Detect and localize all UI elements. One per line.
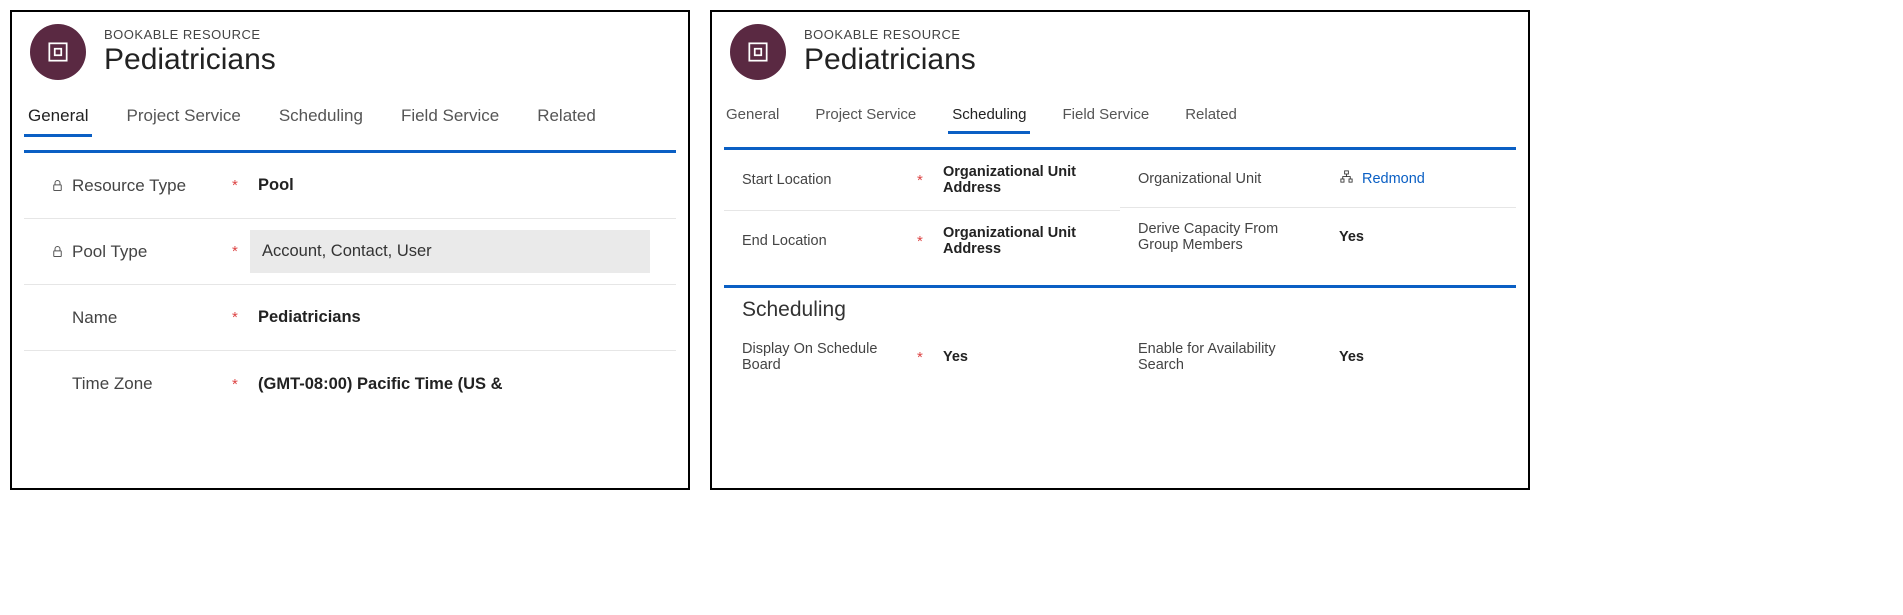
record-title: Pediatricians — [804, 42, 976, 78]
entity-label: BOOKABLE RESOURCE — [104, 27, 276, 42]
section-title: Scheduling — [742, 298, 1498, 322]
required-marker: * — [232, 243, 250, 260]
field-organizational-unit[interactable]: Organizational Unit Redmond — [1120, 150, 1516, 208]
field-label: Derive Capacity From Group Members — [1138, 221, 1313, 253]
tab-general[interactable]: General — [24, 100, 92, 136]
field-value: Pool — [250, 170, 650, 201]
lookup-text: Redmond — [1362, 171, 1425, 187]
field-value[interactable]: Yes — [935, 343, 1102, 371]
field-enable-availability-search[interactable]: Enable for Availability Search Yes — [1120, 328, 1516, 386]
record-panel-scheduling: BOOKABLE RESOURCE Pediatricians General … — [710, 10, 1530, 490]
tab-field-service[interactable]: Field Service — [1058, 100, 1153, 133]
field-label: Start Location — [742, 172, 917, 188]
field-name[interactable]: Name * Pediatricians — [24, 285, 676, 351]
field-label: Display On Schedule Board — [742, 341, 917, 373]
tab-project-service[interactable]: Project Service — [122, 100, 244, 136]
lock-icon — [50, 244, 72, 259]
field-value[interactable]: Yes — [1331, 223, 1498, 251]
form-section-scheduling: Scheduling Display On Schedule Board * Y… — [724, 285, 1516, 386]
field-pool-type[interactable]: Pool Type * Account, Contact, User — [24, 219, 676, 285]
field-time-zone[interactable]: Time Zone * (GMT-08:00) Pacific Time (US… — [24, 351, 676, 417]
required-marker: * — [232, 309, 250, 326]
tab-related[interactable]: Related — [533, 100, 600, 136]
record-header: BOOKABLE RESOURCE Pediatricians — [12, 12, 688, 88]
field-start-location[interactable]: Start Location * Organizational Unit Add… — [724, 150, 1120, 211]
entity-icon — [30, 24, 86, 80]
required-marker: * — [917, 233, 935, 250]
field-value[interactable]: (GMT-08:00) Pacific Time (US & — [250, 369, 650, 400]
field-resource-type[interactable]: Resource Type * Pool — [24, 153, 676, 219]
field-value[interactable]: Account, Contact, User — [250, 230, 650, 273]
field-label: Resource Type — [72, 176, 232, 196]
field-label: Time Zone — [72, 374, 232, 394]
field-value[interactable]: Yes — [1331, 343, 1498, 371]
tab-bar: General Project Service Scheduling Field… — [712, 88, 1528, 133]
required-marker: * — [232, 376, 250, 393]
field-display-on-schedule-board[interactable]: Display On Schedule Board * Yes — [724, 328, 1120, 386]
form-section-general: Resource Type * Pool Pool Type * Account… — [24, 150, 676, 417]
record-title: Pediatricians — [104, 42, 276, 78]
form-section-location: Start Location * Organizational Unit Add… — [724, 147, 1516, 271]
field-end-location[interactable]: End Location * Organizational Unit Addre… — [724, 211, 1120, 271]
field-derive-capacity[interactable]: Derive Capacity From Group Members Yes — [1120, 208, 1516, 266]
field-label: Pool Type — [72, 242, 232, 262]
record-panel-general: BOOKABLE RESOURCE Pediatricians General … — [10, 10, 690, 490]
tab-scheduling[interactable]: Scheduling — [275, 100, 367, 136]
field-value[interactable]: Pediatricians — [250, 302, 650, 333]
tab-project-service[interactable]: Project Service — [811, 100, 920, 133]
tab-scheduling[interactable]: Scheduling — [948, 100, 1030, 133]
field-value[interactable]: Organizational Unit Address — [935, 158, 1102, 202]
record-header: BOOKABLE RESOURCE Pediatricians — [712, 12, 1528, 88]
field-label: Organizational Unit — [1138, 171, 1313, 187]
tab-bar: General Project Service Scheduling Field… — [12, 88, 688, 136]
required-marker: * — [232, 177, 250, 194]
field-label: End Location — [742, 233, 917, 249]
required-marker: * — [917, 172, 935, 189]
tab-general[interactable]: General — [722, 100, 783, 133]
org-unit-icon — [1339, 169, 1354, 188]
field-label: Enable for Availability Search — [1138, 341, 1313, 373]
lock-icon — [50, 178, 72, 193]
field-value[interactable]: Organizational Unit Address — [935, 219, 1102, 263]
tab-related[interactable]: Related — [1181, 100, 1241, 133]
header-text: BOOKABLE RESOURCE Pediatricians — [804, 27, 976, 78]
entity-label: BOOKABLE RESOURCE — [804, 27, 976, 42]
field-label: Name — [72, 308, 232, 328]
entity-icon — [730, 24, 786, 80]
lookup-value[interactable]: Redmond — [1331, 163, 1498, 194]
tab-field-service[interactable]: Field Service — [397, 100, 503, 136]
header-text: BOOKABLE RESOURCE Pediatricians — [104, 27, 276, 78]
required-marker: * — [917, 349, 935, 366]
